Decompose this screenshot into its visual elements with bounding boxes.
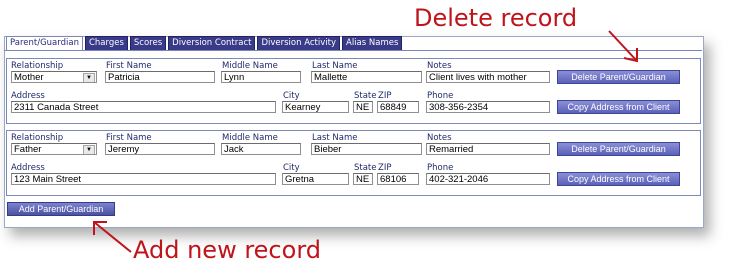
delete-arrow-icon [608,30,638,63]
annotation-arrows [93,30,638,253]
add-arrow-icon [93,221,132,253]
